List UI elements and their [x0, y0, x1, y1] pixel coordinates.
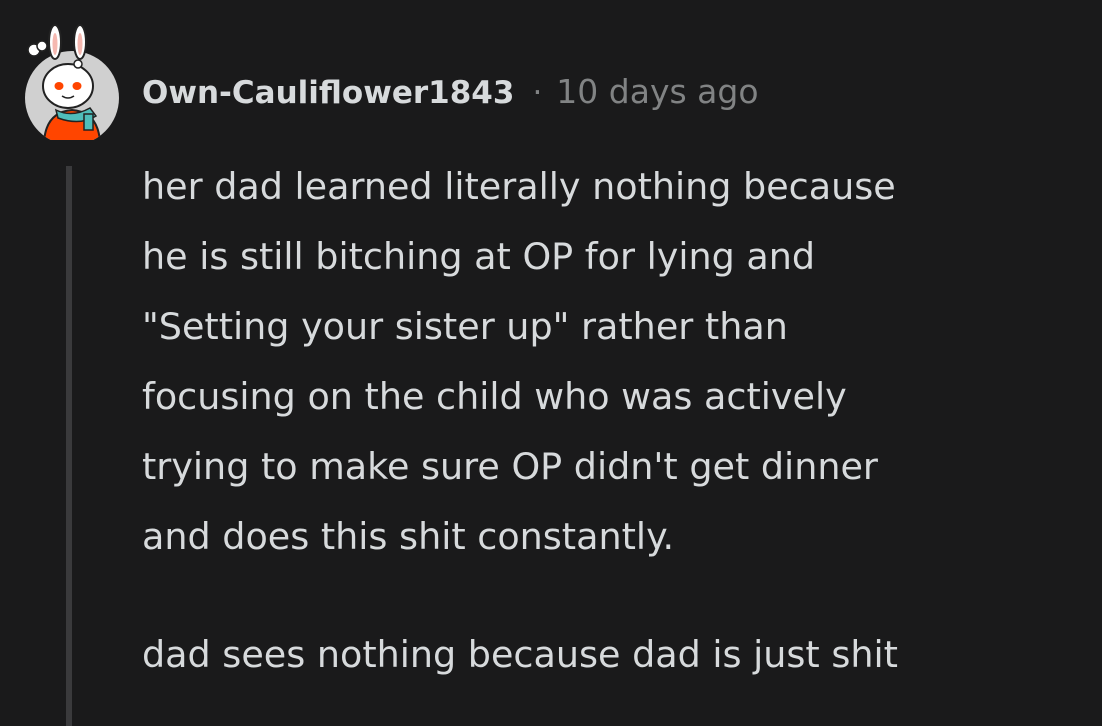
comment-line: "Setting your sister up" rather than — [142, 305, 788, 348]
author-username[interactable]: Own-Cauliflower1843 — [142, 75, 514, 111]
comment-meta: Own-Cauliflower1843 · 10 days ago — [142, 72, 759, 111]
comment-paragraph: dad sees nothing because dad is just shi… — [142, 620, 1092, 690]
comment-line: dad sees nothing because dad is just shi… — [142, 633, 898, 676]
comment-line: trying to make sure OP didn't get dinner — [142, 445, 878, 488]
comment-paragraph: her dad learned literally nothing becaus… — [142, 152, 1092, 572]
comment-line: and does this shit constantly. — [142, 515, 675, 558]
comment-line: he is still bitching at OP for lying and — [142, 235, 816, 278]
comment-timestamp[interactable]: 10 days ago — [556, 72, 758, 111]
thread-collapse-line[interactable] — [66, 166, 72, 726]
comment-line: focusing on the child who was actively — [142, 375, 847, 418]
comment-line: her dad learned literally nothing becaus… — [142, 165, 896, 208]
avatar[interactable] — [22, 20, 122, 145]
snoo-bunny-avatar-icon — [25, 24, 119, 145]
comment: Own-Cauliflower1843 · 10 days ago her da… — [0, 0, 1102, 726]
comment-body: her dad learned literally nothing becaus… — [142, 152, 1092, 690]
meta-separator: · — [532, 75, 543, 111]
